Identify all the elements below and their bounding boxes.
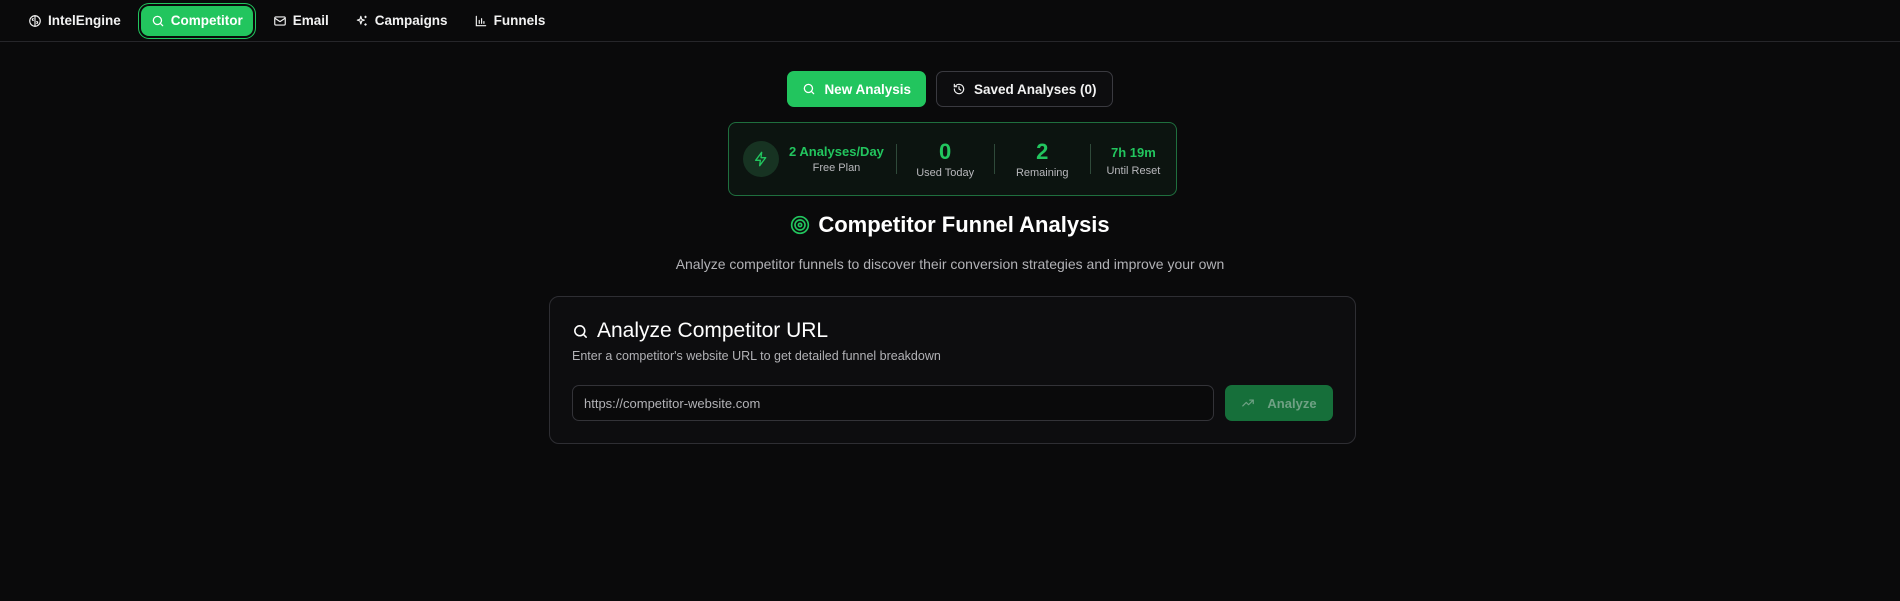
analyze-button-label: Analyze <box>1267 395 1317 411</box>
search-icon <box>804 83 815 95</box>
target-icon <box>791 215 810 235</box>
nav-item-campaigns[interactable]: Campaigns <box>345 6 458 36</box>
stat-used-today: 0 Used Today <box>897 139 994 179</box>
nav-item-email[interactable]: Email <box>263 6 339 36</box>
page-subtitle: Analyze competitor funnels to discover t… <box>675 256 1225 272</box>
plan-text: 2 Analyses/Day Free Plan <box>789 144 884 174</box>
plan-info: 2 Analyses/Day Free Plan <box>729 141 896 177</box>
new-analysis-button[interactable]: New Analysis <box>787 71 926 107</box>
stat-value: 2 <box>1036 139 1049 164</box>
nav-item-label: Funnels <box>493 13 546 28</box>
competitor-url-input[interactable] <box>572 385 1214 421</box>
brain-icon <box>29 14 41 27</box>
search-icon <box>152 15 164 26</box>
page-title-text: Competitor Funnel Analysis <box>818 212 1110 237</box>
stat-value: 7h 19m <box>1110 145 1156 160</box>
nav-item-intelengine[interactable]: IntelEngine <box>18 6 131 36</box>
card-description: Enter a competitor's website URL to get … <box>572 349 941 363</box>
plan-name: Free Plan <box>812 162 861 174</box>
top-navigation: IntelEngine Competitor Email Campaigns F… <box>0 0 1900 42</box>
stat-until-reset: 7h 19m Until Reset <box>1091 141 1176 177</box>
search-icon <box>574 324 587 338</box>
sparkles-icon <box>356 15 367 26</box>
analysis-actions: New Analysis Saved Analyses (0) <box>0 71 1900 107</box>
stat-label: Until Reset <box>1106 165 1161 177</box>
plan-limit: 2 Analyses/Day <box>789 144 884 159</box>
nav-item-label: Email <box>292 13 329 28</box>
saved-analyses-label: Saved Analyses (0) <box>973 81 1097 97</box>
bar-chart-icon <box>475 15 486 26</box>
nav-item-funnels[interactable]: Funnels <box>464 6 556 36</box>
nav-item-label: Campaigns <box>374 13 448 28</box>
history-icon <box>953 83 965 95</box>
nav-item-label: IntelEngine <box>48 13 121 28</box>
stat-label: Used Today <box>916 167 975 179</box>
lightning-icon <box>755 151 767 167</box>
trending-up-icon <box>1242 399 1255 407</box>
analyze-url-card: Analyze Competitor URL Enter a competito… <box>549 296 1356 444</box>
mail-icon <box>273 15 286 26</box>
stat-remaining: 2 Remaining <box>995 139 1090 179</box>
card-title: Analyze Competitor URL <box>572 319 828 343</box>
page-title: Competitor Funnel Analysis <box>0 212 1900 238</box>
usage-stats-panel: 2 Analyses/Day Free Plan 0 Used Today 2 … <box>728 122 1177 196</box>
plan-badge <box>743 141 779 177</box>
new-analysis-label: New Analysis <box>824 81 911 97</box>
saved-analyses-button[interactable]: Saved Analyses (0) <box>935 71 1113 107</box>
stat-label: Remaining <box>1015 167 1069 179</box>
nav-item-competitor[interactable]: Competitor <box>140 5 253 36</box>
nav-item-label: Competitor <box>170 13 243 28</box>
stat-value: 0 <box>939 139 952 164</box>
analyze-button[interactable]: Analyze <box>1225 385 1333 421</box>
card-title-text: Analyze Competitor URL <box>597 319 829 342</box>
